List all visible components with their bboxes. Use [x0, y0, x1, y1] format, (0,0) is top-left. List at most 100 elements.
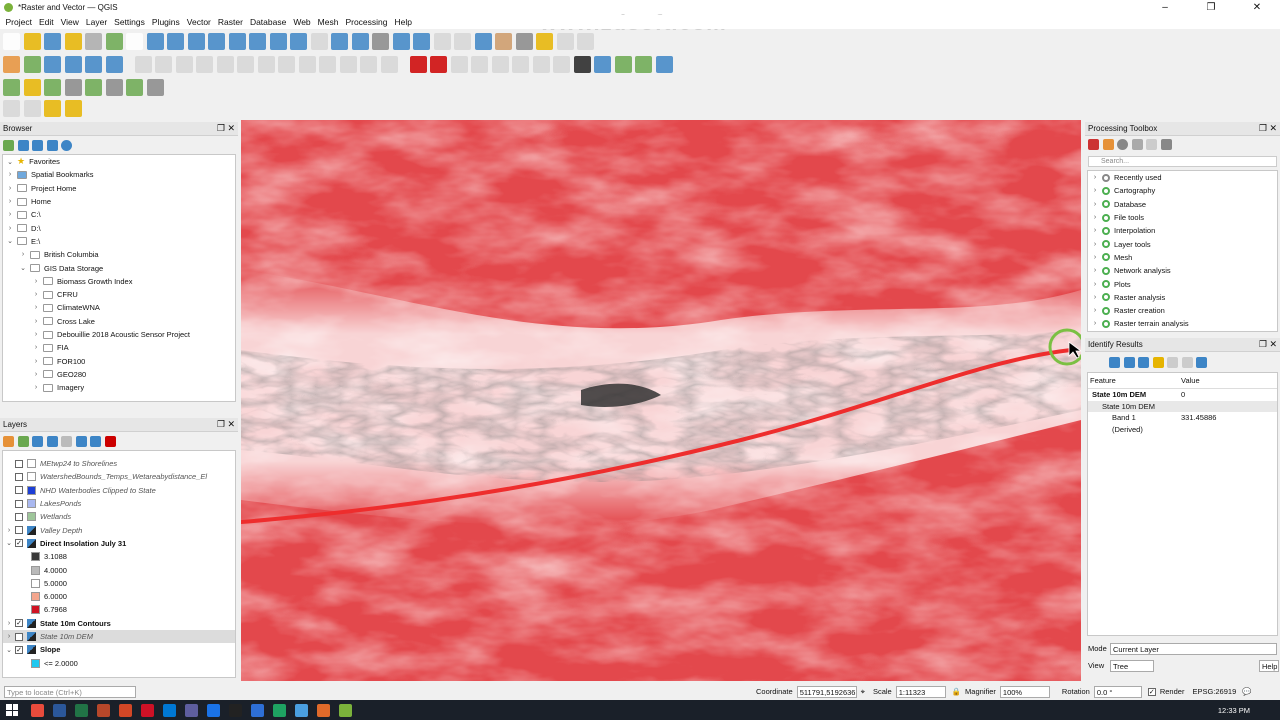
- toolbox-provider[interactable]: › Layer tools: [1088, 237, 1277, 250]
- tb2-tool-icon-8[interactable]: [175, 55, 193, 73]
- browser-item[interactable]: › FOR100: [3, 354, 235, 367]
- magnifier-spinbox[interactable]: 100%: [999, 685, 1050, 698]
- tb2-tool-icon-3[interactable]: [64, 55, 82, 73]
- tb1-tool-icon-26[interactable]: [536, 32, 553, 50]
- expand-arrow-icon[interactable]: ›: [5, 620, 13, 627]
- tb1-tool-icon-5[interactable]: [105, 32, 123, 50]
- layer-item[interactable]: Wetlands: [3, 510, 235, 523]
- layer-visibility-checkbox[interactable]: ✓: [15, 539, 23, 548]
- tb2-tool-icon-11[interactable]: [237, 55, 254, 73]
- start-button-icon[interactable]: [6, 704, 18, 716]
- tb2-tool-icon-5[interactable]: [105, 55, 123, 73]
- tb3-tool-icon-3[interactable]: [64, 78, 82, 96]
- layer-visibility-checkbox[interactable]: [15, 526, 23, 535]
- mode-select[interactable]: Current Layer: [1110, 642, 1277, 655]
- tb4-tool-icon-1[interactable]: [23, 99, 41, 117]
- collapsed-arrow-icon[interactable]: ›: [1091, 214, 1099, 221]
- clear-icon[interactable]: [1152, 356, 1164, 368]
- tb1-tool-icon-17[interactable]: [351, 32, 369, 50]
- tb1-tool-icon-12[interactable]: [249, 32, 266, 50]
- collapsed-arrow-icon[interactable]: ›: [1091, 294, 1099, 301]
- tb1-tool-icon-7[interactable]: [146, 32, 164, 50]
- raster-map[interactable]: [241, 120, 1081, 681]
- toolbox-provider[interactable]: › Database: [1088, 198, 1277, 211]
- tb1-tool-icon-3[interactable]: [64, 32, 82, 50]
- tb3-tool-icon-4[interactable]: [85, 78, 102, 96]
- tb2-tool-icon-16[interactable]: [339, 55, 357, 73]
- layer-item[interactable]: ⌄ ✓ Direct Insolation July 31: [3, 537, 235, 550]
- crs-button[interactable]: EPSG:26919: [1192, 687, 1236, 696]
- identify-row[interactable]: (Derived): [1088, 424, 1277, 436]
- tb1-tool-icon-0[interactable]: [3, 32, 20, 50]
- tb2-tool-icon-25[interactable]: [532, 55, 550, 73]
- tb1-tool-icon-2[interactable]: [44, 32, 61, 50]
- collapsed-arrow-icon[interactable]: ›: [6, 198, 14, 205]
- browser-item[interactable]: › Home: [3, 195, 235, 208]
- layer-visibility-checkbox[interactable]: [15, 459, 23, 468]
- collapsed-arrow-icon[interactable]: ›: [1091, 320, 1099, 327]
- taskbar-app-icon-8[interactable]: [206, 703, 220, 717]
- tb1-tool-icon-21[interactable]: [433, 32, 451, 50]
- toolbox-provider[interactable]: › Mesh: [1088, 251, 1277, 264]
- tb3-tool-icon-7[interactable]: [146, 78, 164, 96]
- layer-item[interactable]: ⌄ ✓ Slope: [3, 643, 235, 656]
- browser-item[interactable]: › Cross Lake: [3, 315, 235, 328]
- tb2-tool-icon-17[interactable]: [360, 55, 377, 73]
- filter-legend-icon[interactable]: [61, 435, 72, 447]
- expand-arrow-icon[interactable]: ⌄: [5, 539, 13, 547]
- close-button[interactable]: ✕: [1234, 0, 1280, 15]
- layer-item[interactable]: LakesPonds: [3, 497, 235, 510]
- print-icon[interactable]: [1181, 356, 1193, 368]
- browser-item[interactable]: › CFRU: [3, 288, 235, 301]
- layer-item[interactable]: MEtwp24 to Shorelines: [3, 457, 235, 470]
- tb2-tool-icon-14[interactable]: [298, 55, 316, 73]
- tb2-tool-icon-21[interactable]: [450, 55, 468, 73]
- menu-project[interactable]: Project: [2, 17, 35, 27]
- messages-icon[interactable]: 💬: [1242, 687, 1251, 696]
- menu-settings[interactable]: Settings: [111, 17, 149, 27]
- browser-item[interactable]: › ClimateWNA: [3, 301, 235, 314]
- tb2-tool-icon-22[interactable]: [471, 55, 488, 73]
- results-icon[interactable]: [1131, 139, 1143, 150]
- add-icon[interactable]: [3, 139, 14, 151]
- tb1-tool-icon-16[interactable]: [331, 32, 348, 50]
- layer-item[interactable]: WatershedBounds_Temps_Wetareabydistance_…: [3, 470, 235, 483]
- taskbar-app-icon-10[interactable]: [250, 703, 264, 717]
- tb1-tool-icon-27[interactable]: [556, 32, 574, 50]
- browser-item[interactable]: ⌄ ★ Favorites: [3, 155, 235, 168]
- legend-entry[interactable]: 6.0000: [3, 590, 235, 603]
- taskbar-app-icon-14[interactable]: [338, 703, 352, 717]
- taskbar-app-icon-3[interactable]: [96, 703, 110, 717]
- lock-icon[interactable]: 🔒: [952, 687, 961, 696]
- tb1-tool-icon-23[interactable]: [474, 32, 492, 50]
- tb2-tool-icon-6[interactable]: [134, 55, 152, 73]
- collapsed-arrow-icon[interactable]: ›: [32, 278, 40, 285]
- tb1-tool-icon-14[interactable]: [290, 32, 307, 50]
- menu-vector[interactable]: Vector: [183, 17, 214, 27]
- tb2-tool-icon-7[interactable]: [155, 55, 172, 73]
- tb2-tool-icon-28[interactable]: [594, 55, 611, 73]
- browser-item[interactable]: ⌄ E:\: [3, 235, 235, 248]
- filter-icon[interactable]: [32, 139, 43, 151]
- tb1-tool-icon-4[interactable]: [85, 32, 102, 50]
- tb2-tool-icon-10[interactable]: [216, 55, 234, 73]
- browser-item[interactable]: › Project Home: [3, 182, 235, 195]
- scripts-icon[interactable]: [1102, 139, 1114, 150]
- identify-select-icon[interactable]: [1196, 356, 1207, 368]
- tb3-tool-icon-1[interactable]: [23, 78, 41, 96]
- identify-row[interactable]: Band 1 331.45886: [1088, 412, 1277, 424]
- tb1-tool-icon-1[interactable]: [23, 32, 41, 50]
- collapsed-arrow-icon[interactable]: ›: [32, 331, 40, 338]
- tb1-tool-icon-15[interactable]: [310, 32, 328, 50]
- minimize-button[interactable]: –: [1142, 0, 1188, 15]
- menu-web[interactable]: Web: [290, 17, 314, 27]
- expand-arrow-icon[interactable]: ›: [5, 527, 13, 534]
- browser-item[interactable]: › D:\: [3, 221, 235, 234]
- tb1-tool-icon-19[interactable]: [392, 32, 410, 50]
- toggle-extents-icon[interactable]: ⌖: [861, 687, 865, 697]
- tb2-tool-icon-18[interactable]: [380, 55, 398, 73]
- tb1-tool-icon-6[interactable]: [126, 32, 143, 50]
- collapse-icon[interactable]: [90, 435, 101, 447]
- browser-item[interactable]: › FIA: [3, 341, 235, 354]
- layer-visibility-checkbox[interactable]: [15, 472, 23, 481]
